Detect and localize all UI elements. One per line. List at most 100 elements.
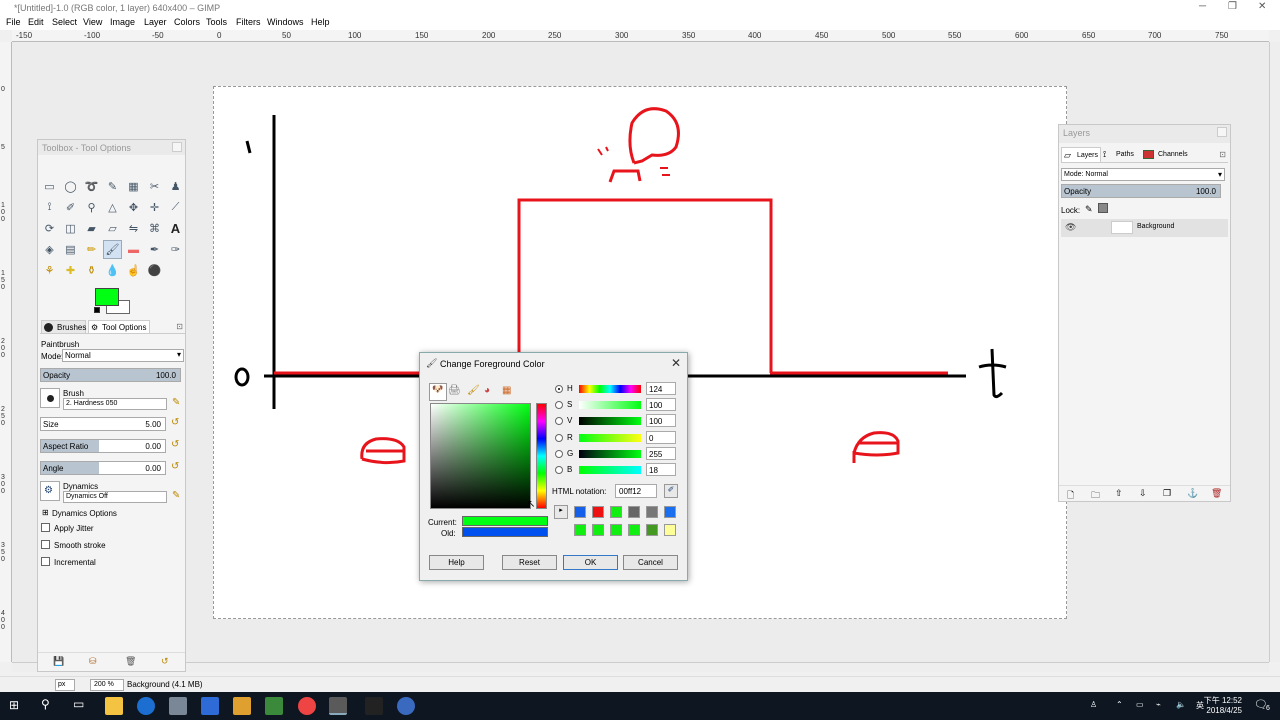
- tab-channels[interactable]: Channels: [1143, 147, 1199, 163]
- cage-icon[interactable]: ⌘: [145, 219, 164, 238]
- blur-icon[interactable]: 💧: [103, 261, 122, 280]
- obs-icon[interactable]: [365, 697, 383, 715]
- tab-layers[interactable]: ▱ Layers: [1061, 147, 1101, 163]
- minimize-icon[interactable]: ─: [1199, 1, 1206, 12]
- new-group-icon[interactable]: 🗀: [1091, 488, 1100, 504]
- color-select-icon[interactable]: ▦: [124, 177, 143, 196]
- menu-filters[interactable]: Filters: [236, 17, 261, 27]
- g-value[interactable]: 255: [646, 447, 676, 460]
- history-arrow-icon[interactable]: ▸: [554, 505, 568, 519]
- start-icon[interactable]: ⊞: [9, 698, 22, 712]
- heal-icon[interactable]: ✚: [61, 261, 80, 280]
- channel-row-s[interactable]: S 100: [552, 398, 680, 412]
- rect-select-icon[interactable]: ▭: [40, 177, 59, 196]
- edge-icon[interactable]: [137, 697, 155, 715]
- dynamics-field[interactable]: Dynamics Off: [63, 491, 167, 503]
- perspective-icon[interactable]: ▱: [103, 219, 122, 238]
- close-icon[interactable]: ✕: [1258, 1, 1266, 12]
- menu-colors[interactable]: Colors: [174, 17, 200, 27]
- b-value[interactable]: 18: [646, 463, 676, 476]
- reset-button[interactable]: Reset: [502, 555, 557, 570]
- v-value[interactable]: 100: [646, 414, 676, 427]
- size-slider[interactable]: Size 5.00: [40, 417, 166, 431]
- channel-row-g[interactable]: G 255: [552, 447, 680, 461]
- zoom-icon[interactable]: ⚲: [82, 198, 101, 217]
- brush-preview[interactable]: [40, 388, 60, 408]
- tab-brushes[interactable]: Brushes: [41, 320, 86, 334]
- menu-select[interactable]: Select: [52, 17, 77, 27]
- pencil-icon[interactable]: ✏: [82, 240, 101, 259]
- scales-selector-icon[interactable]: ▦: [502, 385, 511, 396]
- apply-jitter-checkbox[interactable]: [41, 523, 50, 532]
- help-button[interactable]: Help: [429, 555, 484, 570]
- incremental-checkbox[interactable]: [41, 557, 50, 566]
- vertical-scrollbar[interactable]: [1269, 42, 1280, 662]
- wheel-selector-icon[interactable]: ◕: [484, 385, 490, 396]
- text-icon[interactable]: A: [166, 219, 185, 238]
- history-swatch[interactable]: [664, 524, 676, 536]
- perspective-clone-icon[interactable]: ⚱: [82, 261, 101, 280]
- radio-v[interactable]: [555, 417, 563, 425]
- radio-g[interactable]: [555, 450, 563, 458]
- history-swatch[interactable]: [628, 506, 640, 518]
- brush-name-field[interactable]: 2. Hardness 050: [63, 398, 167, 410]
- clone-icon[interactable]: ⚘: [40, 261, 59, 280]
- watercolor-selector-icon[interactable]: 🖌: [467, 385, 480, 396]
- h-value[interactable]: 124: [646, 382, 676, 395]
- fuzzy-select-icon[interactable]: ✎: [103, 177, 122, 196]
- new-layer-icon[interactable]: 🗋: [1067, 488, 1074, 504]
- layers-close-button[interactable]: [1217, 127, 1227, 137]
- tab-menu-icon[interactable]: ⊡: [176, 322, 183, 331]
- expander-icon[interactable]: ⊞: [42, 508, 49, 517]
- smudge-icon[interactable]: ☝: [124, 261, 143, 280]
- store-icon[interactable]: [201, 697, 219, 715]
- menu-tools[interactable]: Tools: [206, 17, 227, 27]
- layer-row[interactable]: 👁 Background: [1061, 219, 1228, 237]
- r-slider[interactable]: [579, 434, 641, 442]
- history-swatch[interactable]: [664, 506, 676, 518]
- foreground-color-swatch[interactable]: [95, 288, 119, 306]
- dynamics-options-expander[interactable]: Dynamics Options: [52, 509, 117, 518]
- channel-row-h[interactable]: H 124: [552, 382, 680, 396]
- channel-row-v[interactable]: V 100: [552, 414, 680, 428]
- scissors-select-icon[interactable]: ✂: [145, 177, 164, 196]
- tab-paths[interactable]: ⟟ Paths: [1103, 147, 1141, 163]
- lower-layer-icon[interactable]: ⇩: [1139, 488, 1147, 499]
- hue-strip[interactable]: [536, 403, 547, 509]
- delete-options-icon[interactable]: 🗑: [125, 656, 136, 667]
- restore-options-icon[interactable]: ⛁: [89, 656, 97, 667]
- lock-pixels-icon[interactable]: ✎: [1085, 204, 1093, 215]
- search-icon[interactable]: ⚲: [41, 697, 50, 711]
- aspect-ratio-slider[interactable]: Aspect Ratio 0.00: [40, 439, 166, 453]
- layer-mode-dropdown[interactable]: Mode: Normal ▾: [1061, 168, 1225, 181]
- delete-layer-icon[interactable]: 🗑: [1211, 488, 1222, 499]
- cancel-button[interactable]: Cancel: [623, 555, 678, 570]
- history-swatch[interactable]: [574, 524, 586, 536]
- menu-edit[interactable]: Edit: [28, 17, 44, 27]
- radio-b[interactable]: [555, 466, 563, 474]
- history-swatch[interactable]: [646, 506, 658, 518]
- restore-icon[interactable]: ❐: [1228, 1, 1237, 12]
- menu-layer[interactable]: Layer: [144, 17, 167, 27]
- duplicate-layer-icon[interactable]: ❐: [1163, 488, 1171, 499]
- foreground-select-icon[interactable]: ♟: [166, 177, 185, 196]
- dodge-burn-icon[interactable]: ⚫: [145, 261, 164, 280]
- horizontal-scrollbar[interactable]: [12, 662, 1269, 672]
- cmyk-selector-icon[interactable]: 🖨: [448, 385, 461, 396]
- edit-brush-icon[interactable]: ✎: [172, 397, 180, 408]
- tray-arrow-icon[interactable]: ⌃: [1116, 700, 1123, 709]
- rotate-icon[interactable]: ⟳: [40, 219, 59, 238]
- sheet-icon[interactable]: [265, 697, 283, 715]
- b-slider[interactable]: [579, 466, 641, 474]
- s-value[interactable]: 100: [646, 398, 676, 411]
- raise-layer-icon[interactable]: ⇧: [1115, 488, 1123, 499]
- blend-icon[interactable]: ▤: [61, 240, 80, 259]
- edit-dynamics-icon[interactable]: ✎: [172, 490, 180, 501]
- gimp-selector-icon[interactable]: 🐶: [429, 383, 447, 401]
- menu-windows[interactable]: Windows: [267, 17, 304, 27]
- network-icon[interactable]: ⌁: [1156, 700, 1161, 709]
- tab-tool-options[interactable]: ⚙ Tool Options: [88, 320, 150, 334]
- history-swatch[interactable]: [574, 506, 586, 518]
- dynamics-preview[interactable]: ⚙: [40, 481, 60, 501]
- airbrush-icon[interactable]: ✒: [145, 240, 164, 259]
